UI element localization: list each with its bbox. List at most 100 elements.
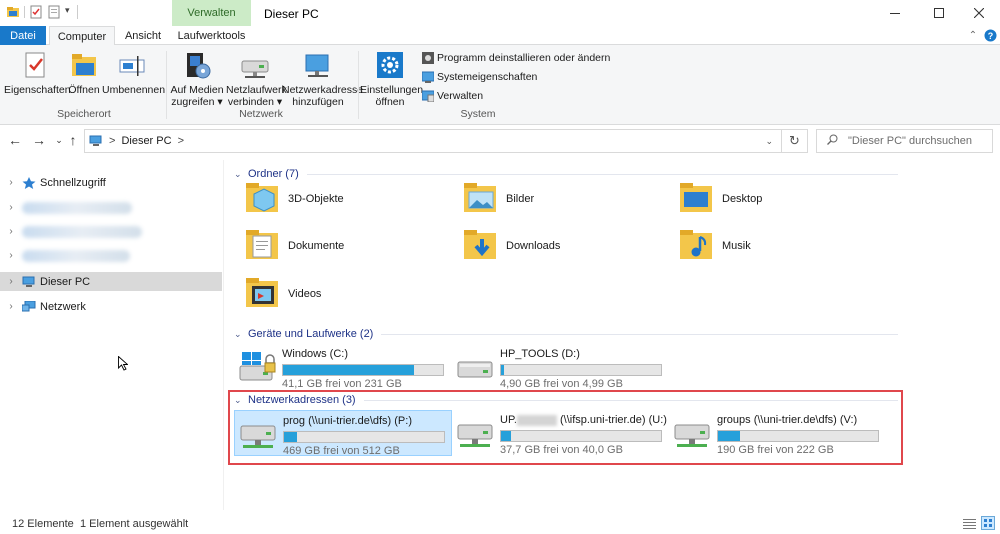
- drive-d[interactable]: HP_TOOLS (D:) 4,90 GB frei von 4,99 GB: [452, 344, 666, 390]
- navigation-pane: › Schnellzugriff › › › › Dieser PC › Net…: [0, 160, 224, 510]
- breadcrumb-chevron-icon[interactable]: >: [178, 135, 184, 147]
- folder-tile[interactable]: Musik: [678, 223, 751, 269]
- folder-tile[interactable]: Videos: [244, 271, 321, 317]
- mouse-cursor-icon: [118, 355, 129, 374]
- expand-chevron-icon[interactable]: ›: [0, 250, 22, 261]
- breadcrumb[interactable]: Dieser PC: [121, 135, 171, 147]
- maximize-button[interactable]: [918, 0, 960, 26]
- manage-icon: [421, 90, 435, 103]
- up-arrow-icon[interactable]: ↑: [64, 132, 82, 148]
- folder-name: 3D-Objekte: [288, 193, 344, 205]
- add-network-location-button[interactable]: Netzwerkadresse hinzufügen: [282, 51, 363, 108]
- manage-button[interactable]: Verwalten: [421, 90, 483, 103]
- help-icon[interactable]: ?: [983, 26, 997, 45]
- expand-chevron-icon[interactable]: ›: [0, 202, 22, 213]
- drive-free-space: 4,90 GB frei von 4,99 GB: [500, 378, 623, 390]
- window-title: Dieser PC: [264, 7, 319, 21]
- folder-tile[interactable]: Dokumente: [244, 223, 344, 269]
- expand-chevron-icon[interactable]: ›: [0, 177, 22, 188]
- open-folder-icon: [68, 51, 100, 81]
- new-folder-qat-icon[interactable]: [47, 5, 61, 19]
- back-arrow-icon[interactable]: ←: [6, 132, 24, 148]
- minimize-button[interactable]: [874, 0, 916, 26]
- forward-arrow-icon[interactable]: →: [30, 132, 48, 148]
- drive-free-space: 41,1 GB frei von 231 GB: [282, 378, 402, 390]
- refresh-icon[interactable]: ↻: [781, 130, 807, 152]
- expand-chevron-icon[interactable]: ›: [0, 301, 22, 312]
- section-header-drives[interactable]: ⌄ Geräte und Laufwerke (2): [234, 328, 898, 340]
- search-icon: [827, 134, 838, 148]
- access-media-button[interactable]: Auf Medien zugreifen ▾: [168, 51, 226, 108]
- folder-tile[interactable]: Downloads: [462, 223, 560, 269]
- group-label-location: Speicherort: [57, 108, 111, 120]
- desktop-folder-icon: [678, 180, 714, 219]
- uninstall-icon: [422, 52, 434, 64]
- map-network-drive-button[interactable]: Netzlaufwerk verbinden ▾: [226, 51, 287, 108]
- collapse-ribbon-icon[interactable]: ⌃: [966, 26, 980, 45]
- search-input[interactable]: "Dieser PC" durchsuchen: [816, 129, 993, 153]
- folder-tile[interactable]: 3D-Objekte: [244, 176, 344, 222]
- capacity-bar: [282, 364, 444, 376]
- expand-chevron-icon[interactable]: ›: [0, 276, 22, 287]
- explorer-app-icon[interactable]: [6, 5, 20, 19]
- close-button[interactable]: [958, 0, 1000, 26]
- drive-name: HP_TOOLS (D:): [500, 348, 580, 360]
- settings-gear-icon: [374, 51, 406, 81]
- 3d-objects-folder-icon: [244, 180, 280, 219]
- folder-name: Dokumente: [288, 240, 345, 252]
- status-bar: 12 Elemente 1 Element ausgewählt: [0, 513, 1000, 534]
- properties-qat-icon[interactable]: [29, 5, 43, 19]
- blurred-label: [22, 225, 142, 238]
- address-bar[interactable]: > Dieser PC > ⌄ ↻: [84, 129, 808, 153]
- folder-name: Videos: [288, 288, 322, 300]
- address-dropdown-icon[interactable]: ⌄: [765, 136, 773, 147]
- nav-item-blurred-3[interactable]: ›: [0, 246, 222, 265]
- context-tab-manage[interactable]: Verwalten: [172, 0, 251, 26]
- folder-tile[interactable]: Desktop: [678, 176, 762, 222]
- tab-view[interactable]: Ansicht: [118, 26, 168, 45]
- rename-icon: [116, 51, 148, 81]
- tab-file[interactable]: Datei: [0, 26, 46, 45]
- videos-folder-icon: [244, 275, 280, 314]
- capacity-bar: [500, 364, 662, 376]
- system-properties-icon: [421, 71, 435, 83]
- nav-item-blurred-2[interactable]: ›: [0, 222, 222, 241]
- drive-c[interactable]: Windows (C:) 41,1 GB frei von 231 GB: [234, 344, 448, 390]
- customize-qat-icon[interactable]: ▾: [65, 5, 73, 19]
- ribbon: Eigenschaften Öffnen Umbenennen Speicher…: [0, 45, 1000, 125]
- details-view-icon[interactable]: [963, 517, 976, 533]
- selection-count: 1 Element ausgewählt: [80, 518, 189, 530]
- uninstall-program-button[interactable]: Programm deinstallieren oder ändern: [422, 52, 610, 64]
- nav-item-quick-access[interactable]: › Schnellzugriff: [0, 173, 222, 192]
- nav-item-this-pc[interactable]: › Dieser PC: [0, 272, 222, 291]
- folder-name: Downloads: [506, 240, 561, 252]
- tiles-view-icon[interactable]: [981, 516, 995, 533]
- media-icon: [181, 51, 213, 81]
- folder-tile[interactable]: Bilder: [462, 176, 534, 222]
- folder-name: Bilder: [506, 193, 535, 205]
- nav-item-blurred-1[interactable]: ›: [0, 198, 222, 217]
- open-settings-button[interactable]: Einstellungen öffnen: [360, 51, 423, 108]
- system-properties-button[interactable]: Systemeigenschaften: [421, 71, 537, 83]
- explorer-window: ▾ Verwalten Dieser PC Datei Computer Ans…: [0, 0, 1000, 534]
- nav-item-network[interactable]: › Netzwerk: [0, 297, 222, 316]
- rename-button[interactable]: Umbenennen: [102, 51, 165, 96]
- collapse-arrow-icon[interactable]: ⌄: [234, 329, 248, 340]
- windows-drive-icon: [238, 350, 278, 389]
- open-button[interactable]: Öffnen: [66, 51, 102, 96]
- breadcrumb-separator-icon[interactable]: >: [109, 135, 115, 147]
- network-icon: [21, 300, 36, 313]
- item-count: 12 Elemente: [12, 518, 74, 530]
- ribbon-tabs: Datei Computer Ansicht Laufwerktools ⌃ ?: [0, 26, 1000, 46]
- quick-access-toolbar: ▾: [6, 5, 78, 19]
- properties-button[interactable]: Eigenschaften: [4, 51, 71, 96]
- hard-drive-icon: [456, 358, 496, 385]
- title-bar: ▾ Verwalten Dieser PC: [0, 0, 1000, 26]
- pictures-folder-icon: [462, 180, 498, 219]
- network-drive-icon: [239, 51, 271, 81]
- folder-name: Musik: [722, 240, 751, 252]
- expand-chevron-icon[interactable]: ›: [0, 226, 22, 237]
- blurred-label: [22, 249, 130, 262]
- tab-drive-tools[interactable]: Laufwerktools: [172, 26, 251, 45]
- tab-computer[interactable]: Computer: [49, 26, 115, 46]
